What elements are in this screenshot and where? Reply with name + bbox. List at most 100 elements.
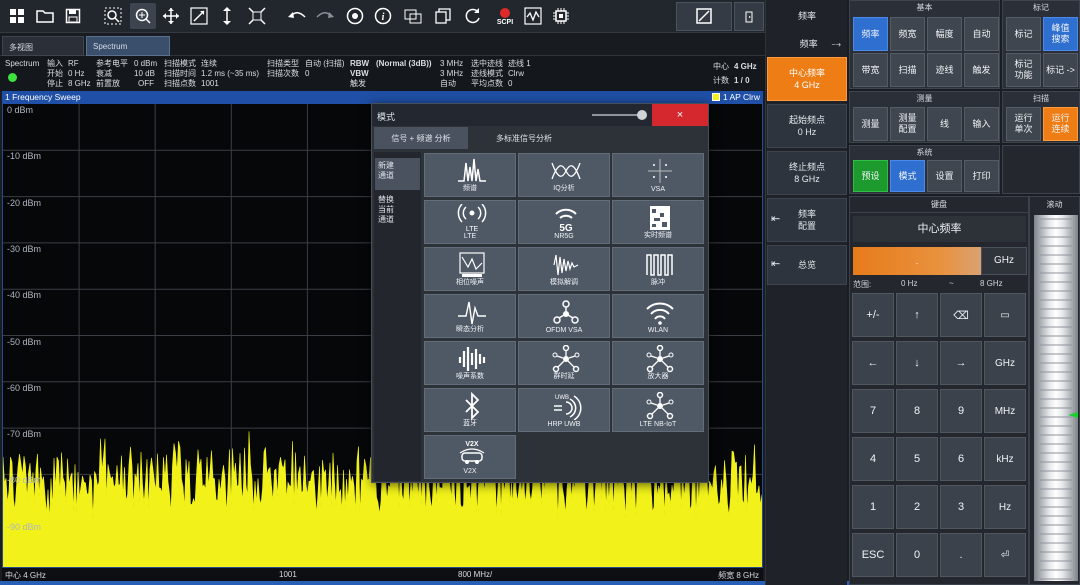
softkey-submenu[interactable]: 频率 ⤍: [767, 33, 847, 55]
save-icon[interactable]: [60, 3, 86, 29]
capture-icon[interactable]: [342, 3, 368, 29]
trace-tag[interactable]: 1 AP Clrw: [711, 92, 760, 102]
zoom-icon[interactable]: [130, 3, 156, 29]
digit-1-key[interactable]: 1: [852, 485, 894, 529]
digit-9-key[interactable]: 9: [940, 389, 982, 433]
enter-key[interactable]: ⏎: [984, 533, 1026, 577]
screenshot-icon[interactable]: [400, 3, 426, 29]
run-single-key[interactable]: 运行 单次: [1006, 107, 1041, 141]
mode-tile-iq[interactable]: IQ分析: [518, 153, 610, 197]
mode-tile-analog-demod[interactable]: 模拟解调: [518, 247, 610, 291]
up-arrow-key[interactable]: ↑: [896, 293, 938, 337]
trigger-key[interactable]: 触发: [964, 53, 999, 87]
esc-key[interactable]: ESC: [852, 533, 894, 577]
marker-key[interactable]: 标记: [1006, 17, 1041, 51]
copy-icon[interactable]: [430, 3, 456, 29]
keyboard-input[interactable]: .: [853, 247, 981, 275]
trace-key[interactable]: 迹线: [927, 53, 962, 87]
dialog-tab-multistandard[interactable]: 多标准信号分析: [470, 127, 578, 149]
print-key[interactable]: 打印: [964, 160, 999, 192]
khz-key[interactable]: kHz: [984, 437, 1026, 481]
mode-tile-realtime[interactable]: 实时频谱: [612, 200, 704, 244]
display-config-button[interactable]: [676, 2, 732, 31]
digit-2-key[interactable]: 2: [896, 485, 938, 529]
frequency-key[interactable]: 频率: [853, 17, 888, 51]
chip-icon[interactable]: [548, 3, 574, 29]
measure-config-key[interactable]: 测量 配置: [890, 107, 925, 141]
mode-tile-amplifier[interactable]: 放大器: [612, 341, 704, 385]
mode-tile-uwb[interactable]: UWB HRP UWB: [518, 388, 610, 432]
undo-icon[interactable]: [284, 3, 310, 29]
preset-key[interactable]: 预设: [853, 160, 888, 192]
tab-multiview[interactable]: 多视图: [2, 36, 84, 56]
mode-tile-ofdm[interactable]: OFDM VSA: [518, 294, 610, 338]
keyboard-unit[interactable]: GHz: [981, 247, 1027, 275]
backspace-key[interactable]: ⌫: [940, 293, 982, 337]
move-icon[interactable]: [158, 3, 184, 29]
mode-tile-bluetooth[interactable]: 蓝牙: [424, 388, 516, 432]
window-toggle-button[interactable]: [734, 2, 764, 31]
input-key[interactable]: 输入: [964, 107, 999, 141]
mode-tile-phase-noise[interactable]: 相位噪声: [424, 247, 516, 291]
span-key[interactable]: 频宽: [890, 17, 925, 51]
open-folder-icon[interactable]: [32, 3, 58, 29]
run-continuous-key[interactable]: 运行 连续: [1043, 107, 1078, 141]
down-arrow-key[interactable]: ↓: [896, 341, 938, 385]
mode-tile-group-delay[interactable]: 群时延: [518, 341, 610, 385]
zoom-area-icon[interactable]: [100, 3, 126, 29]
digit-5-key[interactable]: 5: [896, 437, 938, 481]
left-arrow-key[interactable]: ←: [852, 341, 894, 385]
digit-6-key[interactable]: 6: [940, 437, 982, 481]
sweep-key[interactable]: 扫描: [890, 53, 925, 87]
peak-search-key[interactable]: 峰值 搜索: [1043, 17, 1078, 51]
mode-key[interactable]: 模式: [890, 160, 925, 192]
refresh-icon[interactable]: [460, 3, 486, 29]
center-frequency-softkey[interactable]: 中心频率 4 GHz: [767, 57, 847, 101]
bandwidth-key[interactable]: 带宽: [853, 53, 888, 87]
mode-tile-v2x[interactable]: V2X V2X: [424, 435, 516, 479]
mode-tile-spectrum[interactable]: 频谱: [424, 153, 516, 197]
transparency-slider-handle[interactable]: [637, 110, 647, 120]
auto-key[interactable]: 自动: [964, 17, 999, 51]
setup-key[interactable]: 设置: [927, 160, 962, 192]
mode-tile-lte[interactable]: LTE LTE: [424, 200, 516, 244]
digit-4-key[interactable]: 4: [852, 437, 894, 481]
lines-key[interactable]: 线: [927, 107, 962, 141]
frequency-config-softkey[interactable]: ⇤ 频率 配置: [767, 198, 847, 242]
mode-tile-wlan[interactable]: WLAN: [612, 294, 704, 338]
scroll-wheel[interactable]: [1034, 215, 1078, 581]
amplitude-key[interactable]: 幅度: [927, 17, 962, 51]
mode-tile-5g[interactable]: 5G NR5G: [518, 200, 610, 244]
new-channel-button[interactable]: 新建 通道: [375, 158, 420, 190]
waveform-icon[interactable]: [520, 3, 546, 29]
mhz-key[interactable]: MHz: [984, 389, 1026, 433]
mode-tile-nbiot[interactable]: LTE NB-IoT: [612, 388, 704, 432]
mode-tile-transient[interactable]: 瞬态分析: [424, 294, 516, 338]
digit-8-key[interactable]: 8: [896, 389, 938, 433]
digit-3-key[interactable]: 3: [940, 485, 982, 529]
fit-icon[interactable]: [244, 3, 270, 29]
overview-softkey[interactable]: ⇤ 总览: [767, 245, 847, 285]
marker-function-key[interactable]: 标记 功能: [1006, 53, 1041, 87]
marker-to-key[interactable]: 标记 ->: [1043, 53, 1078, 87]
digit-0-key[interactable]: 0: [896, 533, 938, 577]
ghz-key[interactable]: GHz: [984, 341, 1026, 385]
decimal-key[interactable]: .: [940, 533, 982, 577]
windows-icon[interactable]: [4, 3, 30, 29]
digit-7-key[interactable]: 7: [852, 389, 894, 433]
start-frequency-softkey[interactable]: 起始频点 0 Hz: [767, 104, 847, 148]
mode-tile-pulse[interactable]: 脉冲: [612, 247, 704, 291]
dialog-tab-signal-spectrum[interactable]: 信号 + 频谱 分析: [374, 127, 468, 149]
tab-spectrum[interactable]: Spectrum: [86, 36, 170, 56]
right-arrow-key[interactable]: →: [940, 341, 982, 385]
plus-minus-key[interactable]: +/-: [852, 293, 894, 337]
redo-icon[interactable]: [312, 3, 338, 29]
scpi-icon[interactable]: SCPI: [490, 3, 520, 29]
mode-tile-vsa[interactable]: VSA: [612, 153, 704, 197]
info-icon[interactable]: i: [370, 3, 396, 29]
hz-key[interactable]: Hz: [984, 485, 1026, 529]
measure-key[interactable]: 测量: [853, 107, 888, 141]
dialog-close-button[interactable]: ×: [652, 104, 708, 126]
mode-tile-noise-figure[interactable]: 噪声系数: [424, 341, 516, 385]
keyboard-icon-key[interactable]: ▭: [984, 293, 1026, 337]
